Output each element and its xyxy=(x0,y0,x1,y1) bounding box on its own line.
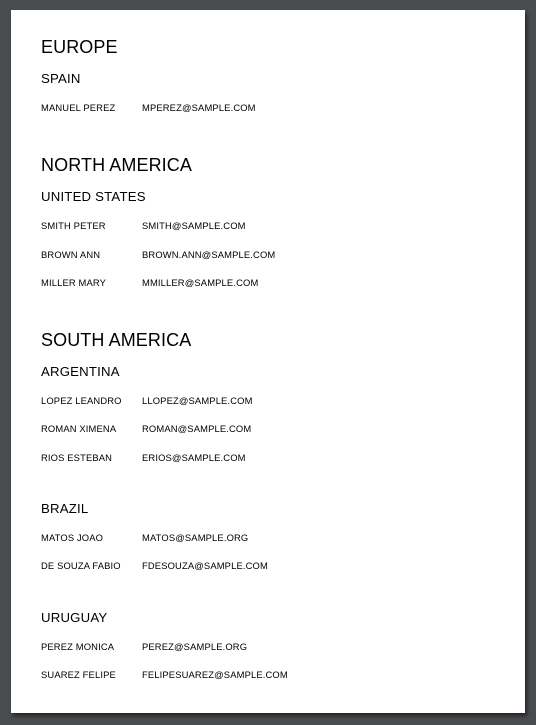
country-title: SPAIN xyxy=(41,71,81,86)
contact-row: LOPEZ LEANDRO LLOPEZ@SAMPLE.COM xyxy=(41,395,501,423)
contact-email: MPEREZ@SAMPLE.COM xyxy=(142,102,256,113)
contact-email: LLOPEZ@SAMPLE.COM xyxy=(142,395,253,407)
region-title: SOUTH AMERICA xyxy=(41,330,192,351)
region-title: EUROPE xyxy=(41,37,118,57)
contact-name: MILLER MARY xyxy=(41,276,107,288)
contact-name: MATOS JOAO xyxy=(41,532,104,544)
contact-row: PEREZ MONICA PEREZ@SAMPLE.ORG xyxy=(41,641,501,669)
country-section: UNITED STATES SMITH PETER SMITH@SAMPLE.C… xyxy=(41,188,501,305)
country-section: BRAZIL MATOS JOAO MATOS@SAMPLE.ORG DE SO… xyxy=(41,500,501,589)
country-section: ARGENTINA LOPEZ LEANDRO LLOPEZ@SAMPLE.CO… xyxy=(41,363,501,480)
contact-email: ROMAN@SAMPLE.COM xyxy=(142,423,252,435)
contact-name: SUAREZ FELIPE xyxy=(41,668,116,680)
region-section: NORTH AMERICA UNITED STATES SMITH PETER … xyxy=(41,152,501,305)
country-section: URUGUAY PEREZ MONICA PEREZ@SAMPLE.ORG SU… xyxy=(41,609,501,698)
contact-email: MMILLER@SAMPLE.COM xyxy=(142,276,259,288)
contact-name: SMITH PETER xyxy=(41,220,106,232)
contact-name: ROMAN XIMENA xyxy=(41,423,117,435)
contact-email: SMITH@SAMPLE.COM xyxy=(142,220,246,232)
contact-row: BROWN ANN BROWN.ANN@SAMPLE.COM xyxy=(41,249,501,277)
contact-row: DE SOUZA FABIO FDESOUZA@SAMPLE.COM xyxy=(41,560,501,588)
contact-row: MILLER MARY MMILLER@SAMPLE.COM xyxy=(41,277,501,305)
contact-email: MATOS@SAMPLE.ORG xyxy=(142,532,249,544)
contact-email: ERIOS@SAMPLE.COM xyxy=(142,451,246,463)
region-section: EUROPE SPAIN MANUEL PEREZ MPEREZ@SAMPLE.… xyxy=(41,34,501,130)
region-title: NORTH AMERICA xyxy=(41,155,192,176)
document-content: EUROPE SPAIN MANUEL PEREZ MPEREZ@SAMPLE.… xyxy=(41,34,501,697)
document-page: EUROPE SPAIN MANUEL PEREZ MPEREZ@SAMPLE.… xyxy=(11,10,525,713)
contact-name: DE SOUZA FABIO xyxy=(41,560,121,572)
contact-name: LOPEZ LEANDRO xyxy=(41,395,122,407)
country-section: SPAIN MANUEL PEREZ MPEREZ@SAMPLE.COM xyxy=(41,70,501,130)
contact-email: FDESOUZA@SAMPLE.COM xyxy=(142,560,268,572)
region-section: SOUTH AMERICA ARGENTINA LOPEZ LEANDRO LL… xyxy=(41,327,501,697)
country-title: ARGENTINA xyxy=(41,364,120,380)
contact-name: PEREZ MONICA xyxy=(41,640,115,652)
contact-row: MANUEL PEREZ MPEREZ@SAMPLE.COM xyxy=(41,102,501,130)
contact-name: BROWN ANN xyxy=(41,248,101,260)
contact-email: FELIPESUAREZ@SAMPLE.COM xyxy=(142,668,288,680)
contact-name: MANUEL PEREZ xyxy=(41,102,116,113)
contact-email: BROWN.ANN@SAMPLE.COM xyxy=(142,248,276,260)
contact-row: MATOS JOAO MATOS@SAMPLE.ORG xyxy=(41,532,501,560)
country-title: UNITED STATES xyxy=(41,189,146,205)
country-title: URUGUAY xyxy=(41,609,108,625)
country-title: BRAZIL xyxy=(41,501,89,517)
contact-row: SUAREZ FELIPE FELIPESUAREZ@SAMPLE.COM xyxy=(41,669,501,697)
contact-name: RIOS ESTEBAN xyxy=(41,451,113,463)
contact-row: SMITH PETER SMITH@SAMPLE.COM xyxy=(41,220,501,248)
contact-row: ROMAN XIMENA ROMAN@SAMPLE.COM xyxy=(41,423,501,451)
contact-row: RIOS ESTEBAN ERIOS@SAMPLE.COM xyxy=(41,452,501,480)
contact-email: PEREZ@SAMPLE.ORG xyxy=(142,640,248,652)
